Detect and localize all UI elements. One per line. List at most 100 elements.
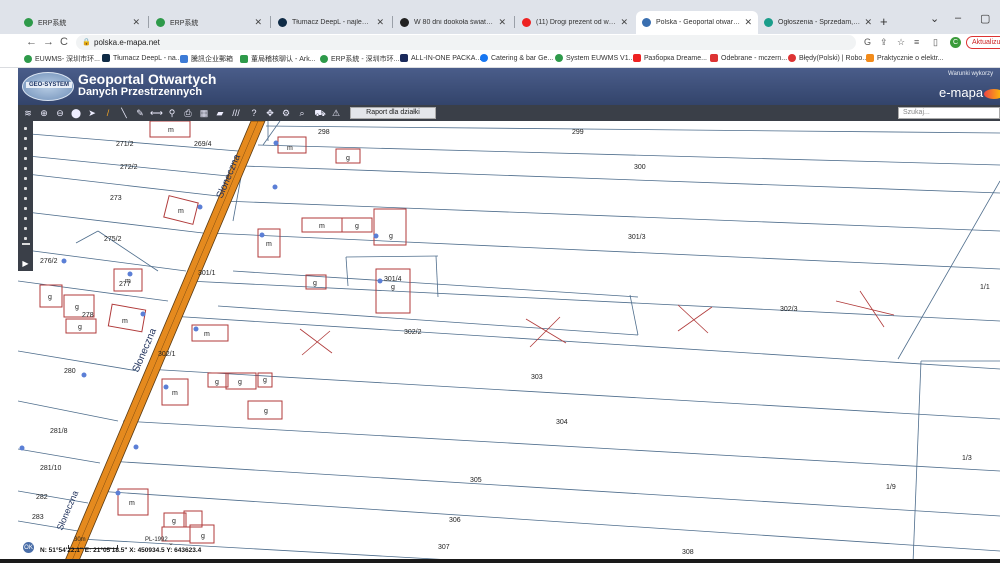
- tab-favicon-icon: [278, 18, 287, 27]
- bookmark-item[interactable]: Błędy(Polski) | Robo...: [788, 54, 868, 62]
- map-nav-sidebar[interactable]: ▶: [18, 121, 33, 271]
- bookmark-label: ERP系統 - 深圳市环...: [331, 56, 400, 63]
- close-tab-icon[interactable]: ✕: [376, 17, 384, 28]
- parcel-number: 305: [470, 477, 482, 484]
- cart-icon[interactable]: ⛟: [314, 107, 326, 119]
- url-text[interactable]: polska.e-mapa.net: [94, 38, 160, 47]
- close-tab-icon[interactable]: ✕: [498, 17, 506, 28]
- reload-button[interactable]: C: [60, 36, 68, 48]
- profile-avatar[interactable]: C: [950, 37, 961, 48]
- measure-line-icon[interactable]: ╲: [118, 107, 130, 119]
- zoom-slider-tick: [24, 187, 27, 190]
- pencil-icon[interactable]: /: [102, 107, 114, 119]
- zoom-slider-tick: [24, 177, 27, 180]
- street-sloneczna[interactable]: [63, 121, 266, 563]
- google-icon[interactable]: G: [864, 37, 871, 47]
- find-icon[interactable]: ⚙: [280, 107, 292, 119]
- url-field[interactable]: [76, 35, 856, 50]
- pointer-icon[interactable]: ➤: [86, 107, 98, 119]
- zoom-slider-tick: [24, 167, 27, 170]
- bookmark-item[interactable]: 騰訊企业郵箱: [180, 54, 233, 64]
- tab-favicon-icon: [400, 18, 409, 27]
- tab-ogloszenia[interactable]: Ogłoszenia - Sprzedam, kupię ... ✕: [758, 11, 878, 34]
- building-mark: m: [172, 390, 178, 397]
- tab-favicon-icon: [642, 18, 651, 27]
- ok-button[interactable]: OK: [22, 541, 35, 554]
- close-tab-icon[interactable]: ✕: [254, 17, 262, 28]
- width-icon[interactable]: ⟷: [150, 107, 163, 119]
- zoom-in-icon[interactable]: ⊕: [38, 107, 50, 119]
- report-button[interactable]: Raport dla działki: [350, 107, 436, 119]
- cadastral-map[interactable]: Słoneczna Słoneczna Słoneczna m m g m m …: [18, 121, 1000, 563]
- tab-w80dni[interactable]: W 80 dni dookoła świata | Ogła... ✕: [394, 11, 512, 34]
- parcel-numbers: 298 299 269/4 271/2 272/2 300 273 275/2 …: [32, 129, 990, 556]
- tab-deepl[interactable]: Tłumacz DeepL - najlepszy tran... ✕: [272, 11, 390, 34]
- bookmark-star-icon[interactable]: ☆: [897, 37, 905, 48]
- speech-icon[interactable]: ▰: [214, 107, 226, 119]
- emapa-logo[interactable]: e-mapa: [939, 85, 983, 100]
- search-map-icon[interactable]: ⌕: [296, 107, 308, 119]
- parcel-number: 302/3: [780, 306, 798, 313]
- zoom-out-icon[interactable]: ⊖: [54, 107, 66, 119]
- tab-title: Tłumacz DeepL - najlepszy tran...: [292, 19, 373, 26]
- tab-geoportal[interactable]: Polska - Geoportal otwartych d... ✕: [636, 11, 758, 34]
- bookmark-item[interactable]: Praktycznie o elektr...: [866, 54, 944, 62]
- bookmark-item[interactable]: 董局稽核聊认 - Ark...: [240, 54, 316, 64]
- bookmark-item[interactable]: EUWMS- 深圳市环...: [24, 54, 100, 64]
- full-extent-icon[interactable]: ⬤: [70, 107, 82, 119]
- search-input[interactable]: Szukaj...: [898, 107, 1000, 119]
- update-button[interactable]: Aktualizuj: [966, 36, 1000, 49]
- bookmark-item[interactable]: ERP系統 - 深圳市环...: [320, 54, 399, 64]
- warning-icon[interactable]: ⚠: [330, 107, 342, 119]
- map-canvas[interactable]: Słoneczna Słoneczna Słoneczna m m g m m …: [18, 121, 1000, 563]
- tab-erp-1[interactable]: ERP系統 ✕: [18, 11, 146, 34]
- table-icon[interactable]: ▦: [198, 107, 210, 119]
- parcel-number: 303: [531, 374, 543, 381]
- bookmark-favicon-icon: [180, 55, 188, 63]
- lines-icon[interactable]: ///: [230, 107, 242, 119]
- move-icon[interactable]: ✥: [264, 107, 276, 119]
- logo-text: GEO-SYSTEM: [26, 82, 72, 88]
- zoom-slider-tick: [24, 227, 27, 230]
- tab-youtube[interactable]: (11) Drogi prezent od widz... ✕: [516, 11, 634, 34]
- close-tab-icon[interactable]: ✕: [620, 17, 628, 28]
- minimize-button[interactable]: –: [955, 12, 961, 24]
- bookmark-favicon-icon: [710, 54, 718, 62]
- bookmark-favicon-icon: [788, 54, 796, 62]
- maximize-button[interactable]: ▢: [980, 12, 990, 25]
- measure-tool-icon[interactable]: ✎: [134, 107, 146, 119]
- tab-erp-2[interactable]: ERP系統 ✕: [150, 11, 268, 34]
- bookmark-item[interactable]: Odebrane - mczern...: [710, 54, 787, 62]
- layers-icon[interactable]: ≋: [22, 107, 34, 119]
- back-button[interactable]: ←: [26, 36, 37, 48]
- expand-panel-icon[interactable]: ▶: [19, 258, 32, 270]
- parcel-number: 278: [82, 312, 94, 319]
- tab-divider: [514, 16, 515, 28]
- lock-icon[interactable]: 🔒: [82, 38, 91, 46]
- new-tab-button[interactable]: +: [880, 14, 888, 29]
- bookmark-item[interactable]: Разборка Dreame...: [633, 54, 707, 62]
- bookmark-label: System EUWMS V1...: [566, 54, 635, 62]
- zoom-slider-handle[interactable]: [22, 243, 30, 245]
- close-tab-icon[interactable]: ✕: [132, 17, 140, 28]
- demolition-marks: [299, 290, 895, 356]
- bookmark-item[interactable]: Tłumacz DeepL - na...: [102, 54, 182, 62]
- parcel-number: 299: [572, 129, 584, 136]
- close-tab-icon[interactable]: ✕: [744, 17, 752, 28]
- side-panel-icon[interactable]: ▯: [933, 37, 938, 48]
- tab-search-icon[interactable]: ⌄: [930, 12, 939, 25]
- bookmark-item[interactable]: ALL-IN-ONE PACKA...: [400, 54, 481, 62]
- bookmark-item[interactable]: Catering & bar Ge...: [480, 54, 553, 62]
- reading-list-icon[interactable]: ≡: [914, 37, 919, 47]
- pin-icon[interactable]: ⚲: [166, 107, 178, 119]
- close-tab-icon[interactable]: ✕: [864, 17, 872, 28]
- share-icon[interactable]: ⇪: [880, 37, 888, 48]
- help-icon[interactable]: ?: [248, 107, 260, 119]
- print-icon[interactable]: ⎙: [182, 107, 194, 119]
- bookmark-item[interactable]: System EUWMS V1...: [555, 54, 634, 62]
- geo-system-logo[interactable]: GEO-SYSTEM: [22, 72, 74, 101]
- forward-button[interactable]: →: [43, 36, 54, 48]
- crs-select[interactable]: PL-1992: [145, 537, 168, 543]
- terms-link[interactable]: Warunki wykorzy: [948, 71, 993, 77]
- chevron-down-icon[interactable]: ⌄: [168, 539, 174, 547]
